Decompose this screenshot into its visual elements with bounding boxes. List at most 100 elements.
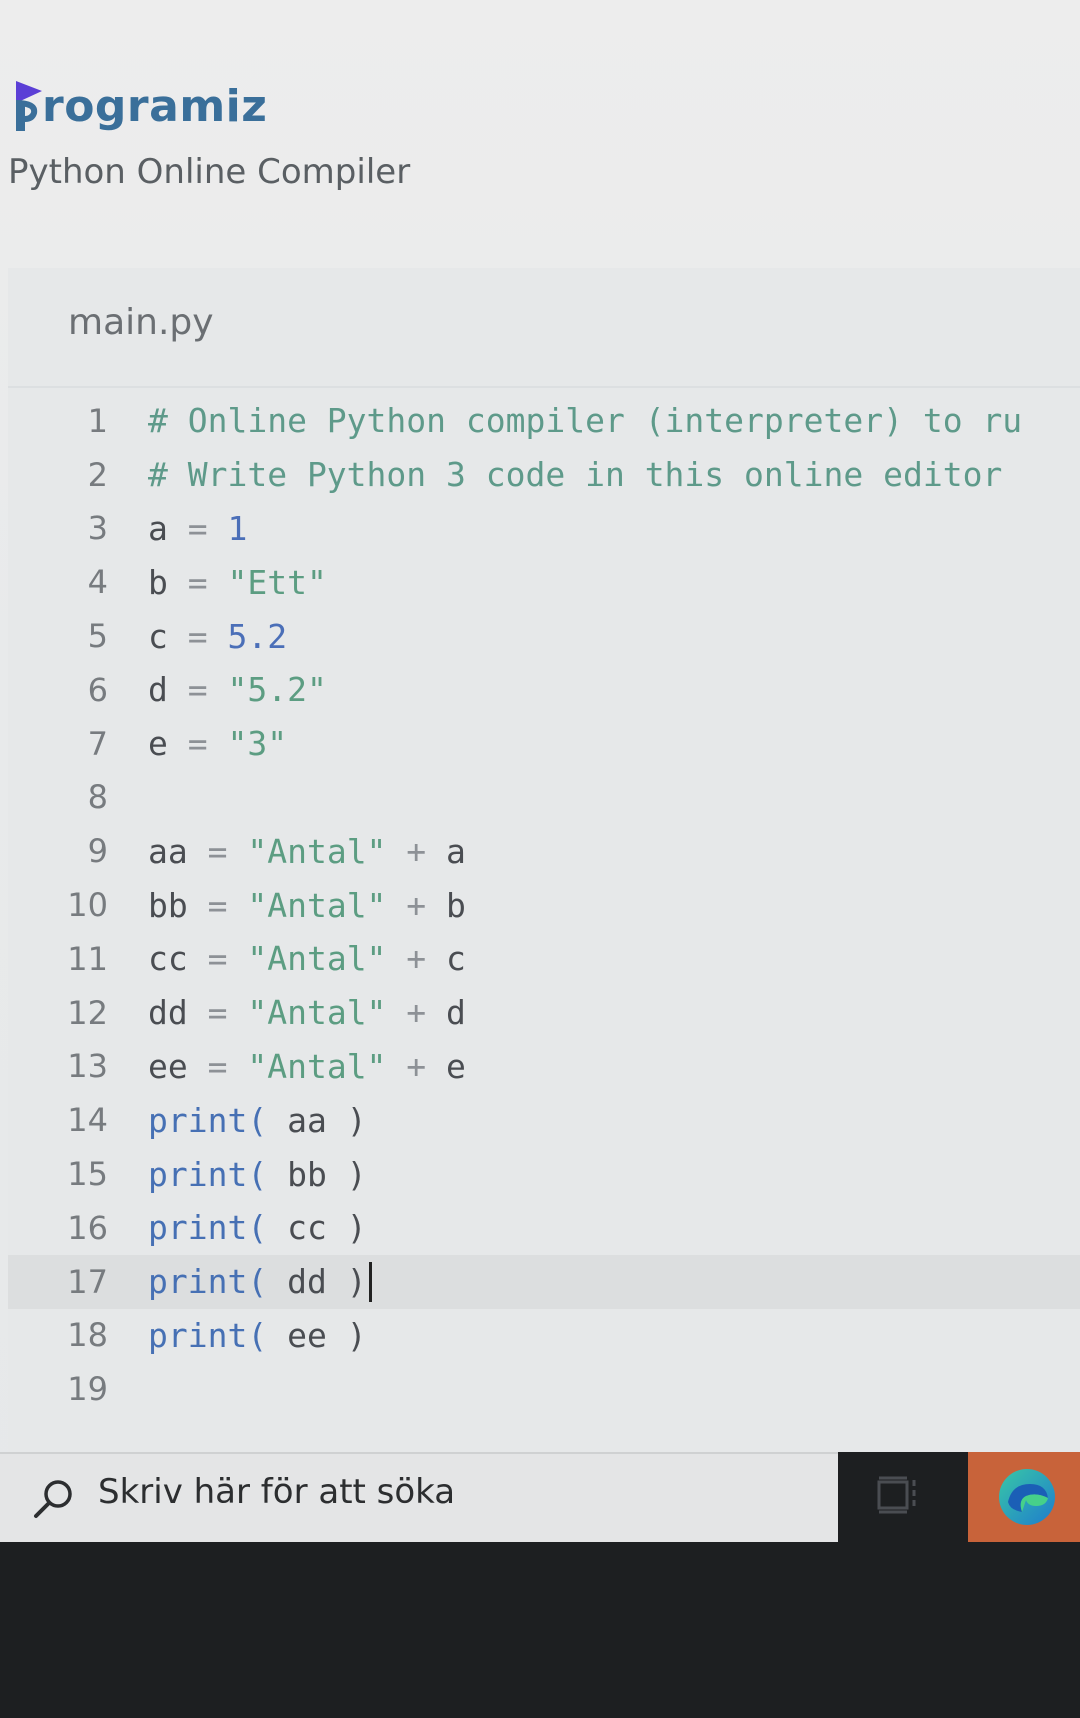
edge-icon: [996, 1466, 1058, 1528]
code-token: print(: [148, 1261, 268, 1301]
code-token: cc: [148, 939, 208, 979]
code-token: =: [207, 939, 228, 979]
line-number: 16: [67, 1208, 108, 1247]
line-number: 18: [67, 1316, 108, 1355]
code-line[interactable]: 5 c = 5.2: [8, 609, 1080, 663]
file-tab-main-py[interactable]: main.py: [68, 302, 214, 343]
code-token: print(: [148, 1315, 268, 1355]
code-text[interactable]: ee = "Antal" + e: [148, 1047, 466, 1086]
code-token: =: [207, 1046, 228, 1086]
code-token: a: [148, 508, 188, 548]
code-line[interactable]: 13 ee = "Antal" + e: [8, 1040, 1080, 1094]
code-token: "Antal": [227, 831, 387, 871]
code-token: 1: [207, 508, 248, 548]
code-token: +: [386, 1046, 447, 1086]
line-number: 3: [87, 509, 108, 548]
page-subtitle: Python Online Compiler: [8, 152, 411, 192]
code-line[interactable]: 16 print( cc ): [8, 1201, 1080, 1255]
code-token: +: [386, 939, 447, 979]
code-line[interactable]: 19: [8, 1362, 1080, 1416]
code-token: "Antal": [227, 1046, 387, 1086]
taskbar-search-box[interactable]: Skriv här för att söka: [0, 1452, 838, 1542]
code-token: b: [148, 562, 188, 602]
code-text[interactable]: b = "Ett": [148, 563, 327, 602]
code-token: dd ): [267, 1261, 367, 1301]
code-token: +: [386, 993, 447, 1033]
code-line[interactable]: 4 b = "Ett": [8, 555, 1080, 609]
line-number: 17: [67, 1262, 108, 1301]
line-number: 11: [67, 939, 108, 978]
code-line[interactable]: 17 print( dd ): [8, 1254, 1080, 1309]
search-input[interactable]: Skriv här för att söka: [98, 1472, 455, 1512]
code-token: =: [207, 885, 228, 925]
code-token: =: [207, 993, 228, 1033]
line-number: 6: [87, 670, 108, 709]
code-text[interactable]: c = 5.2: [148, 617, 287, 656]
code-token: ee: [148, 1046, 208, 1086]
edge-taskbar-button[interactable]: [968, 1452, 1080, 1542]
code-token: dd: [148, 993, 208, 1033]
code-text[interactable]: d = "5.2": [148, 670, 327, 709]
logo-text: rogramiz: [42, 81, 268, 132]
code-token: =: [187, 670, 208, 710]
code-text[interactable]: print( aa ): [148, 1101, 367, 1140]
code-token: print(: [148, 1154, 268, 1194]
code-line[interactable]: 2 # Write Python 3 code in this online ed…: [8, 448, 1080, 502]
code-text[interactable]: print( cc ): [148, 1208, 367, 1247]
line-number: 12: [67, 993, 108, 1032]
code-line[interactable]: 1 # Online Python compiler (interpreter) …: [8, 394, 1080, 448]
code-text[interactable]: aa = "Antal" + a: [148, 832, 466, 871]
code-token: "3": [207, 724, 288, 764]
code-text[interactable]: print( dd ): [148, 1261, 372, 1302]
code-text[interactable]: print( ee ): [148, 1316, 367, 1355]
code-token: ee ): [267, 1315, 367, 1355]
tab-divider: [8, 386, 1080, 388]
code-line[interactable]: 12 dd = "Antal" + d: [8, 986, 1080, 1040]
code-token: +: [386, 831, 447, 871]
code-text[interactable]: cc = "Antal" + c: [148, 939, 466, 978]
code-token: # Write Python 3 code in this online edi…: [148, 455, 1003, 495]
code-line[interactable]: 15 print( bb ): [8, 1147, 1080, 1201]
code-token: "Antal": [227, 939, 387, 979]
code-token: "Ett": [207, 562, 327, 602]
code-token: e: [446, 1046, 466, 1086]
programiz-logo[interactable]: rogramiz: [12, 74, 267, 140]
code-token: cc ): [267, 1208, 367, 1248]
code-text[interactable]: # Write Python 3 code in this online edi…: [148, 455, 1002, 494]
code-text[interactable]: # Online Python compiler (interpreter) t…: [148, 401, 1022, 440]
code-text[interactable]: dd = "Antal" + d: [148, 993, 466, 1032]
code-line[interactable]: 14 print( aa ): [8, 1093, 1080, 1147]
code-line[interactable]: 6 d = "5.2": [8, 663, 1080, 717]
code-token: aa ): [267, 1100, 367, 1140]
code-editor[interactable]: main.py 1 # Online Python compiler (inter…: [8, 268, 1080, 1454]
code-line[interactable]: 9 aa = "Antal" + a: [8, 824, 1080, 878]
search-icon: [30, 1474, 80, 1524]
line-number: 5: [87, 617, 108, 656]
line-number: 8: [87, 778, 108, 817]
code-token: =: [187, 508, 208, 548]
code-line[interactable]: 7 e = "3": [8, 717, 1080, 771]
code-token: 5.2: [207, 616, 288, 656]
code-token: # Online Python compiler (interpreter) t…: [148, 401, 1023, 441]
code-line[interactable]: 3 a = 1: [8, 502, 1080, 556]
code-line[interactable]: 18 print( ee ): [8, 1309, 1080, 1363]
code-area[interactable]: 1 # Online Python compiler (interpreter) …: [8, 394, 1080, 1416]
code-line[interactable]: 8: [8, 771, 1080, 825]
site-header: rogramiz Python Online Compiler: [0, 0, 1080, 262]
code-token: c: [446, 939, 466, 979]
code-token: "5.2": [207, 670, 327, 710]
text-cursor: [368, 1261, 372, 1302]
code-line[interactable]: 11 cc = "Antal" + c: [8, 932, 1080, 986]
code-token: d: [446, 993, 466, 1033]
code-text[interactable]: bb = "Antal" + b: [148, 886, 466, 925]
code-text[interactable]: print( bb ): [148, 1155, 367, 1194]
code-line[interactable]: 10 bb = "Antal" + b: [8, 878, 1080, 932]
code-token: +: [386, 885, 447, 925]
code-text[interactable]: e = "3": [148, 724, 287, 763]
task-view-icon[interactable]: [872, 1470, 922, 1520]
line-number: 10: [67, 886, 108, 925]
code-token: print(: [148, 1100, 268, 1140]
windows-taskbar: Skriv här för att söka: [0, 1452, 1080, 1718]
code-text[interactable]: a = 1: [148, 509, 247, 548]
code-token: d: [148, 670, 188, 710]
